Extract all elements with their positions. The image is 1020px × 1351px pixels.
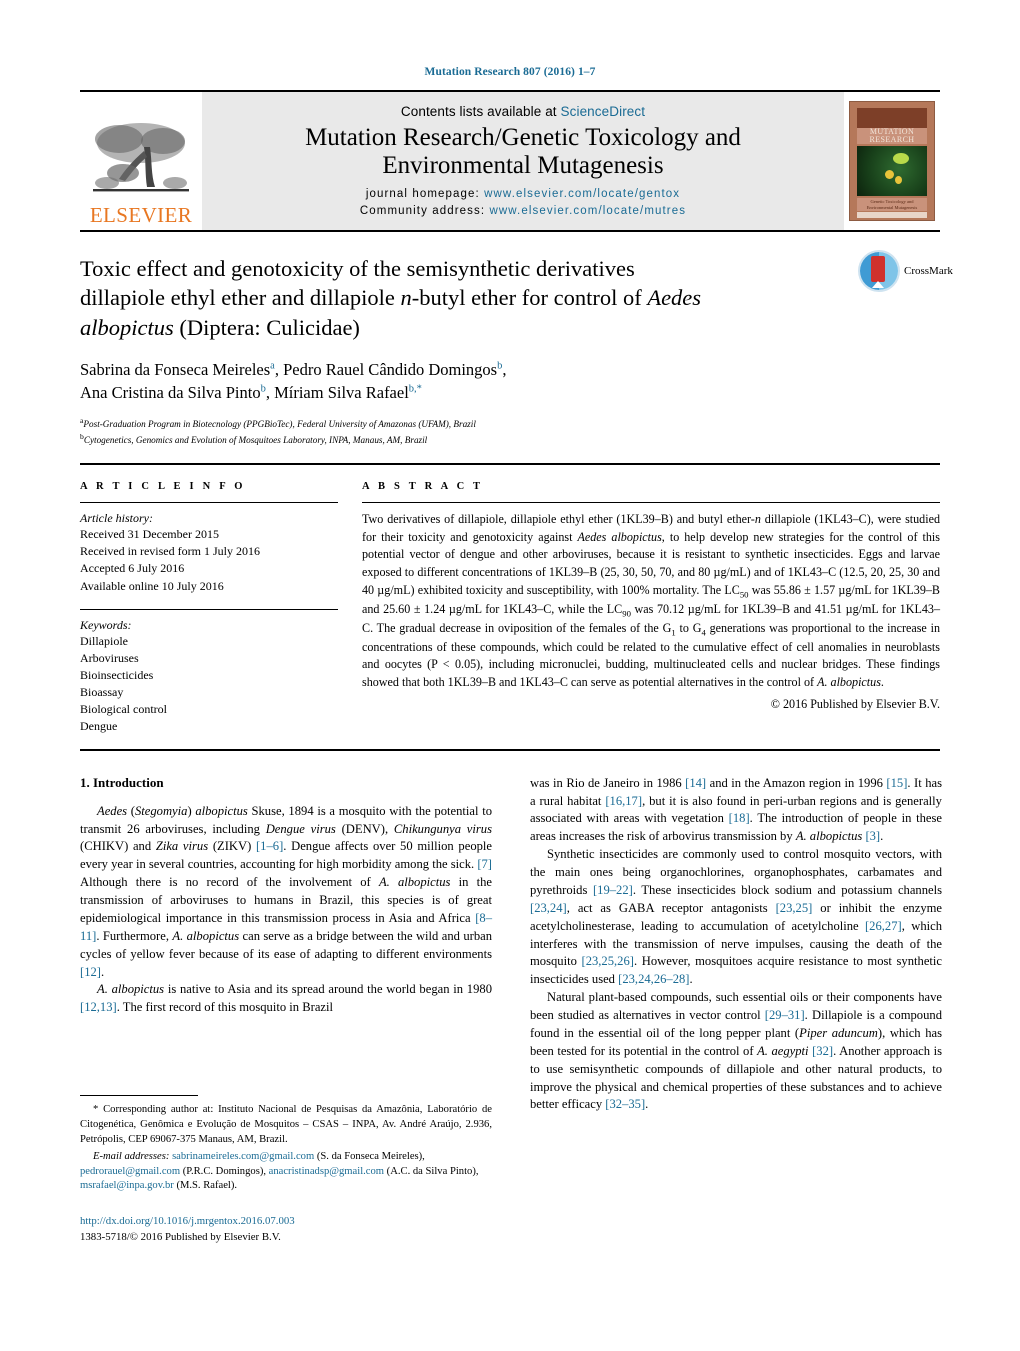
body-columns: 1. Introduction Aedes (Stegomyia) albopi… bbox=[80, 775, 942, 1246]
author-line-2: Ana Cristina da Silva Pintob, Míriam Sil… bbox=[80, 381, 940, 404]
journal-title-line2: Environmental Mutagenesis bbox=[382, 151, 664, 179]
author-pinto: Ana Cristina da Silva Pinto bbox=[80, 383, 261, 403]
cover-caption-line2: Environmental Mutagenesis bbox=[866, 205, 918, 210]
cover-title-line2: RESEARCH bbox=[869, 135, 915, 145]
cover-cell-b bbox=[885, 170, 894, 179]
title-line-1: Toxic effect and genotoxicity of the sem… bbox=[80, 256, 635, 281]
history-received: Received 31 December 2015 bbox=[80, 527, 219, 542]
journal-title: Mutation Research/Genetic Toxicology and… bbox=[208, 124, 838, 180]
keywords-block: Keywords: Dillapiole Arboviruses Bioinse… bbox=[80, 608, 338, 735]
title-line-3-rest: (Diptera: Culicidae) bbox=[173, 314, 360, 340]
intro-paragraph-5: Natural plant-based compounds, such esse… bbox=[530, 990, 943, 1112]
cover-top-band bbox=[857, 108, 927, 128]
journal-title-line1: Mutation Research/Genetic Toxicology and bbox=[305, 123, 741, 151]
crossmark-bar bbox=[871, 256, 885, 282]
keywords-rule bbox=[80, 608, 338, 610]
cover-footer-band bbox=[857, 212, 927, 218]
affiliation-b-text: Cytogenetics, Genomics and Evolution of … bbox=[83, 435, 428, 446]
elsevier-tree-icon bbox=[93, 123, 189, 192]
community-address-line: Community address: www.elsevier.com/loca… bbox=[208, 203, 838, 220]
crossmark-icon bbox=[858, 250, 900, 292]
issn-copyright-line: 1383-5718/© 2016 Published by Elsevier B… bbox=[80, 1230, 281, 1243]
journal-homepage-line: journal homepage: www.elsevier.com/locat… bbox=[208, 186, 838, 203]
contents-prefix: Contents lists available at bbox=[400, 103, 557, 119]
sciencedirect-link[interactable]: ScienceDirect bbox=[561, 104, 646, 119]
title-species: albopictus bbox=[80, 314, 174, 340]
keywords-list: Dillapiole Arboviruses Bioinsecticides B… bbox=[80, 633, 338, 735]
author-line-1: Sabrina da Fonseca Meirelesa, Pedro Raue… bbox=[80, 358, 940, 381]
cover-cell-c bbox=[895, 176, 902, 184]
article-history-title: Article history: bbox=[80, 511, 153, 526]
keyword-item: Bioinsecticides bbox=[80, 667, 154, 682]
intro-paragraph-3: was in Rio de Janeiro in 1986 [14] and i… bbox=[530, 775, 942, 844]
cover-title-text: MUTATION RESEARCH bbox=[850, 127, 934, 145]
journal-homepage-url[interactable]: www.elsevier.com/locate/gentox bbox=[484, 188, 680, 200]
cover-cell-a bbox=[893, 153, 909, 164]
article-info-column: A R T I C L E I N F O Article history: R… bbox=[80, 481, 362, 734]
article-info-rule bbox=[80, 502, 338, 504]
journal-cover-thumbnail[interactable]: MUTATION RESEARCH Genetic Toxicology and… bbox=[849, 101, 935, 221]
intro-paragraph-4: Synthetic insecticides are commonly used… bbox=[530, 847, 943, 987]
keywords-title: Keywords: bbox=[80, 617, 132, 632]
affiliation-b: bCytogenetics, Genomics and Evolution of… bbox=[80, 431, 940, 447]
abstract-body: Two derivatives of dillapiole, dillapiol… bbox=[362, 512, 941, 689]
section-heading-introduction: 1. Introduction bbox=[80, 774, 164, 790]
crossmark-label: CrossMark bbox=[904, 265, 953, 277]
journal-banner: Contents lists available at ScienceDirec… bbox=[202, 92, 844, 230]
contents-available-line: Contents lists available at ScienceDirec… bbox=[208, 104, 838, 119]
abstract-column: A B S T R A C T Two derivatives of dilla… bbox=[362, 481, 940, 734]
community-address-label: Community address: bbox=[359, 205, 486, 217]
keyword-item: Dillapiole bbox=[80, 633, 128, 648]
author-list: Sabrina da Fonseca Meirelesa, Pedro Raue… bbox=[80, 358, 940, 405]
title-block: Toxic effect and genotoxicity of the sem… bbox=[80, 232, 953, 466]
elsevier-wordmark: ELSEVIER bbox=[89, 203, 193, 227]
crossmark-triangle bbox=[872, 281, 884, 288]
affiliation-list: aPost-Graduation Program in Biotecnology… bbox=[80, 415, 940, 448]
footnote-rule bbox=[80, 1095, 198, 1103]
keyword-item: Bioassay bbox=[80, 684, 124, 699]
intro-paragraph-2: A. albopictus is native to Asia and its … bbox=[80, 982, 492, 1015]
history-accepted: Accepted 6 July 2016 bbox=[80, 561, 185, 576]
keyword-item: Dengue bbox=[80, 718, 118, 733]
cover-caption: Genetic Toxicology and Environmental Mut… bbox=[857, 198, 927, 211]
elsevier-logo: ELSEVIER bbox=[80, 92, 202, 230]
author-rafael-affil: b,* bbox=[408, 383, 422, 395]
page-title: Toxic effect and genotoxicity of the sem… bbox=[80, 254, 770, 342]
affiliation-a-text: Post-Graduation Program in Biotecnology … bbox=[83, 418, 476, 429]
article-history-list: Received 31 December 2015 Received in re… bbox=[80, 526, 338, 594]
title-line-2b: -butyl ether for control of bbox=[411, 285, 648, 311]
body-column-right: was in Rio de Janeiro in 1986 [14] and i… bbox=[530, 775, 942, 1246]
crossmark-badge-group[interactable]: CrossMark bbox=[858, 250, 953, 292]
author-domingos: , Pedro Rauel Cândido Domingos bbox=[274, 359, 498, 379]
journal-homepage-label: journal homepage: bbox=[365, 187, 480, 200]
abstract-rule bbox=[362, 502, 940, 504]
info-abstract-row: A R T I C L E I N F O Article history: R… bbox=[80, 481, 940, 751]
abstract-copyright: © 2016 Published by Elsevier B.V. bbox=[770, 697, 940, 712]
title-line-2-italic-n: n bbox=[400, 285, 412, 311]
journal-cover-block: MUTATION RESEARCH Genetic Toxicology and… bbox=[844, 92, 940, 230]
cover-microscopy-image bbox=[857, 146, 927, 196]
journal-masthead: ELSEVIER Contents lists available at Sci… bbox=[80, 90, 940, 232]
intro-paragraph-1: Aedes (Stegomyia) albopictus Skuse, 1894… bbox=[80, 803, 493, 979]
history-online: Available online 10 July 2016 bbox=[80, 578, 224, 593]
history-revised: Received in revised form 1 July 2016 bbox=[80, 544, 260, 559]
keyword-item: Biological control bbox=[80, 701, 167, 716]
corresponding-author-note: * Corresponding author at: Instituto Nac… bbox=[80, 1104, 492, 1145]
running-head: Mutation Research 807 (2016) 1–7 bbox=[424, 66, 596, 78]
doi-block: http://dx.doi.org/10.1016/j.mrgentox.201… bbox=[80, 1214, 492, 1245]
author-rafael: , Míriam Silva Rafael bbox=[265, 383, 409, 403]
doi-link[interactable]: http://dx.doi.org/10.1016/j.mrgentox.201… bbox=[80, 1214, 492, 1230]
title-genus: Aedes bbox=[647, 285, 702, 311]
community-address-url[interactable]: www.elsevier.com/locate/mutres bbox=[489, 205, 686, 217]
body-column-left: 1. Introduction Aedes (Stegomyia) albopi… bbox=[80, 775, 492, 1246]
email-addresses-note: E-mail addresses: sabrinameireles.com@gm… bbox=[80, 1150, 479, 1192]
affiliation-a: aPost-Graduation Program in Biotecnology… bbox=[80, 415, 940, 431]
article-page: Mutation Research 807 (2016) 1–7 ELSEVIE… bbox=[0, 0, 1020, 1351]
title-line-2a: dillapiole ethyl ether and dillapiole bbox=[80, 285, 401, 311]
author-meireles: Sabrina da Fonseca Meireles bbox=[80, 359, 271, 379]
abstract-heading: A B S T R A C T bbox=[362, 481, 484, 493]
keyword-item: Arboviruses bbox=[80, 650, 139, 665]
author-line1-tail: , bbox=[502, 359, 507, 379]
article-info-heading: A R T I C L E I N F O bbox=[80, 481, 246, 493]
